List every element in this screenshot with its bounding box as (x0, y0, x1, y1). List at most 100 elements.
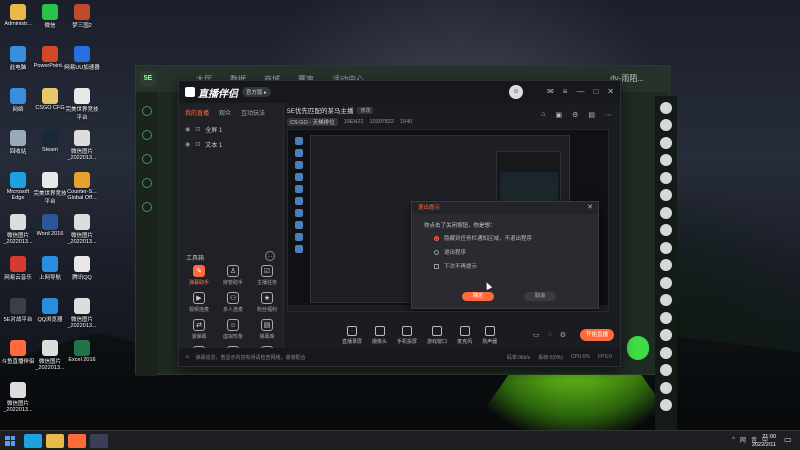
gear-icon[interactable]: ⚙ (560, 331, 566, 339)
option-minimize-radio[interactable]: 隐藏到任务栏通知区域，不退出程序 (412, 231, 598, 245)
bottom-tool-button[interactable]: 直播录屏 (342, 325, 362, 345)
tool-item[interactable]: ✎ 弹幕助手 (183, 265, 215, 286)
taskbar-edge-icon[interactable] (24, 433, 42, 448)
desktop-shortcut[interactable]: Steam (32, 130, 68, 153)
tool-item[interactable]: ☺ 虚拟形象 (217, 319, 249, 340)
data-icon[interactable]: ▤ (588, 111, 595, 119)
tool-item[interactable]: ⇄ 滚弹幕 (183, 319, 215, 340)
cancel-button[interactable]: 取消 (524, 292, 556, 301)
version-badge[interactable]: 官方版 ▸ (242, 87, 271, 97)
stream-preview[interactable]: 退出提示 ✕ 你点击了关闭按钮，你是想： 隐藏到任务栏通知区域，不退出程序 退出… (287, 129, 609, 312)
desktop-shortcut[interactable]: QQ浏览器 (32, 298, 68, 323)
friend-avatar[interactable] (660, 206, 672, 219)
tab-interactive[interactable]: 互动玩法 (241, 108, 265, 117)
friend-avatar[interactable] (660, 101, 672, 114)
network-icon[interactable]: 网 (740, 435, 746, 444)
desktop-shortcut[interactable]: 微信图片_2022013... (64, 130, 100, 161)
desktop-shortcut[interactable]: 腾讯QQ (64, 256, 100, 281)
category-tag[interactable]: CS:GO - 天梯排位 (287, 118, 338, 126)
taskbar-douyu-icon[interactable] (68, 433, 86, 448)
friend-avatar[interactable] (660, 171, 672, 184)
tray-expand-icon[interactable]: ^ (732, 437, 735, 443)
desktop-shortcut[interactable]: 微信图片_2022013... (0, 214, 36, 245)
confirm-button[interactable]: 确定 (462, 292, 494, 301)
friend-avatar[interactable] (660, 294, 672, 306)
eye-icon[interactable]: ◉ (185, 126, 190, 133)
desktop-shortcut[interactable]: 斗鱼直播伴侣 (0, 340, 36, 365)
camera-small-icon[interactable]: ▭ (533, 331, 540, 339)
start-stream-button[interactable]: 开始直播 (579, 329, 614, 341)
settings-icon[interactable]: ⚙ (572, 111, 578, 119)
friend-avatar[interactable] (660, 259, 672, 271)
desktop-shortcut[interactable]: 微信图片_2022013... (32, 340, 68, 371)
sidebar-team-icon[interactable] (142, 154, 152, 164)
radio-icon[interactable] (434, 235, 439, 241)
taskbar-explorer-icon[interactable] (46, 433, 64, 448)
lock-icon[interactable]: ⊡ (195, 141, 200, 148)
avatar[interactable]: ☺ (509, 85, 523, 99)
friend-avatar[interactable] (660, 241, 672, 254)
scene-item[interactable]: ◉ ⊡ 全屏 1 (179, 122, 283, 137)
desktop-shortcut[interactable]: 网易UU加速器 (64, 46, 100, 71)
desktop-shortcut[interactable]: PowerPoint... (32, 46, 68, 69)
tool-item[interactable]: ▤ 弹幕库 (251, 319, 283, 340)
dialog-close-icon[interactable]: ✕ (587, 202, 593, 214)
desktop-shortcut[interactable]: 网络 (0, 88, 36, 113)
desktop-shortcut[interactable]: 微信图片_2022013... (64, 298, 100, 329)
friend-avatar[interactable] (660, 119, 672, 131)
desktop-shortcut[interactable]: 微信 (32, 4, 68, 29)
tool-item[interactable]: ★ 粉丝福利 (251, 292, 283, 313)
menu-icon[interactable]: ≡ (563, 87, 568, 96)
tool-item[interactable]: ⚇ 多人连麦 (217, 292, 249, 313)
desktop-shortcut[interactable]: Administr... (0, 4, 36, 27)
desktop-shortcut[interactable]: 网易云音乐 (0, 256, 36, 281)
eye-icon[interactable]: ◉ (185, 141, 190, 148)
desktop-shortcut[interactable]: 微信图片_2022013... (64, 214, 100, 245)
bottom-tool-button[interactable]: 游戏窗口 (427, 325, 447, 345)
bottom-tool-button[interactable]: 手机投屏 (397, 325, 417, 345)
desktop-shortcut[interactable]: 微信图片_2022013... (0, 382, 36, 413)
desktop-shortcut[interactable]: 完美世界竞技平台 (32, 172, 68, 205)
desktop-shortcut[interactable]: 回收站 (0, 130, 36, 155)
start-button[interactable] (0, 431, 20, 450)
toolbox-more-icon[interactable]: … (265, 251, 275, 261)
edit-title-button[interactable]: 修改 (357, 106, 374, 114)
checkbox-icon[interactable] (434, 263, 439, 269)
sidebar-game-icon[interactable] (142, 130, 152, 140)
desktop-shortcut[interactable]: Word 2016 (32, 214, 68, 237)
friend-avatar[interactable] (660, 311, 672, 324)
radio-icon[interactable] (434, 249, 439, 255)
minimize-icon[interactable]: — (576, 87, 584, 96)
eye-off-icon[interactable]: ◌ (548, 331, 552, 339)
friend-avatar[interactable] (660, 381, 672, 394)
friend-avatar[interactable] (660, 329, 672, 341)
desktop-shortcut[interactable]: 5E对战平台 (0, 298, 36, 323)
friend-avatar[interactable] (660, 364, 672, 376)
desktop-shortcut[interactable]: 上网导航 (32, 256, 68, 281)
lock-icon[interactable]: ⊡ (195, 126, 200, 133)
bottom-tool-button[interactable]: 摄像头 (372, 325, 387, 345)
taskbar-5e-icon[interactable] (90, 433, 108, 448)
bottom-tool-button[interactable]: 麦克风 (457, 325, 472, 345)
share-icon[interactable]: ▣ (555, 111, 562, 119)
desktop-shortcut[interactable]: 梦三国2 (64, 4, 100, 29)
maximize-icon[interactable]: □ (593, 87, 598, 96)
sidebar-home-icon[interactable] (142, 106, 152, 116)
friend-avatar[interactable] (660, 136, 672, 149)
remember-checkbox[interactable]: 下次不再提示 (412, 259, 598, 273)
desktop-shortcut[interactable]: 此电脑 (0, 46, 36, 71)
tab-my-stream[interactable]: 我的直播 (185, 108, 209, 117)
message-icon[interactable]: ✉ (547, 87, 554, 96)
option-exit-radio[interactable]: 退出程序 (412, 245, 598, 259)
tool-item[interactable]: ♙ 房管助手 (217, 265, 249, 286)
friend-avatar[interactable] (660, 154, 672, 166)
bottom-tool-button[interactable]: 扬声器 (482, 325, 497, 345)
sidebar-wifi-icon[interactable] (142, 178, 152, 188)
scene-item[interactable]: ◉ ⊡ 文本 1 (179, 137, 283, 152)
clock[interactable]: 21:00 2022/2/11 (752, 433, 776, 449)
friend-avatar[interactable] (660, 399, 672, 411)
friend-avatar[interactable] (660, 224, 672, 236)
desktop-shortcut[interactable]: Microsoft Edge (0, 172, 36, 201)
sidebar-store-icon[interactable] (142, 202, 152, 212)
friend-avatar[interactable] (660, 346, 672, 359)
